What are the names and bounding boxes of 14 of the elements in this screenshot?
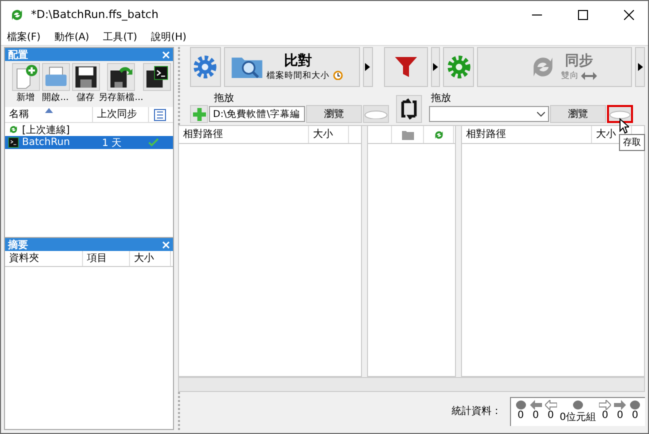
statistic-value: 0	[547, 410, 554, 420]
statistics-label: 統計資料：	[452, 404, 502, 418]
statistic-value: 0	[632, 410, 638, 420]
drop-label: 拖放	[430, 93, 452, 105]
panel-title: 摘要	[8, 238, 28, 252]
statistic-value: 0	[616, 410, 624, 420]
statistic-value: 0	[602, 410, 608, 420]
window-title: *D:\BatchRun.ffs_batch	[31, 8, 158, 21]
tooltip: 存取	[619, 134, 645, 151]
statistic-value: 0位元組	[560, 410, 596, 424]
panel-title: 配置	[8, 48, 28, 62]
drop-label: 拖放	[213, 93, 235, 105]
statistic-value: 0	[517, 410, 524, 420]
statistic-value: 0	[532, 410, 539, 420]
